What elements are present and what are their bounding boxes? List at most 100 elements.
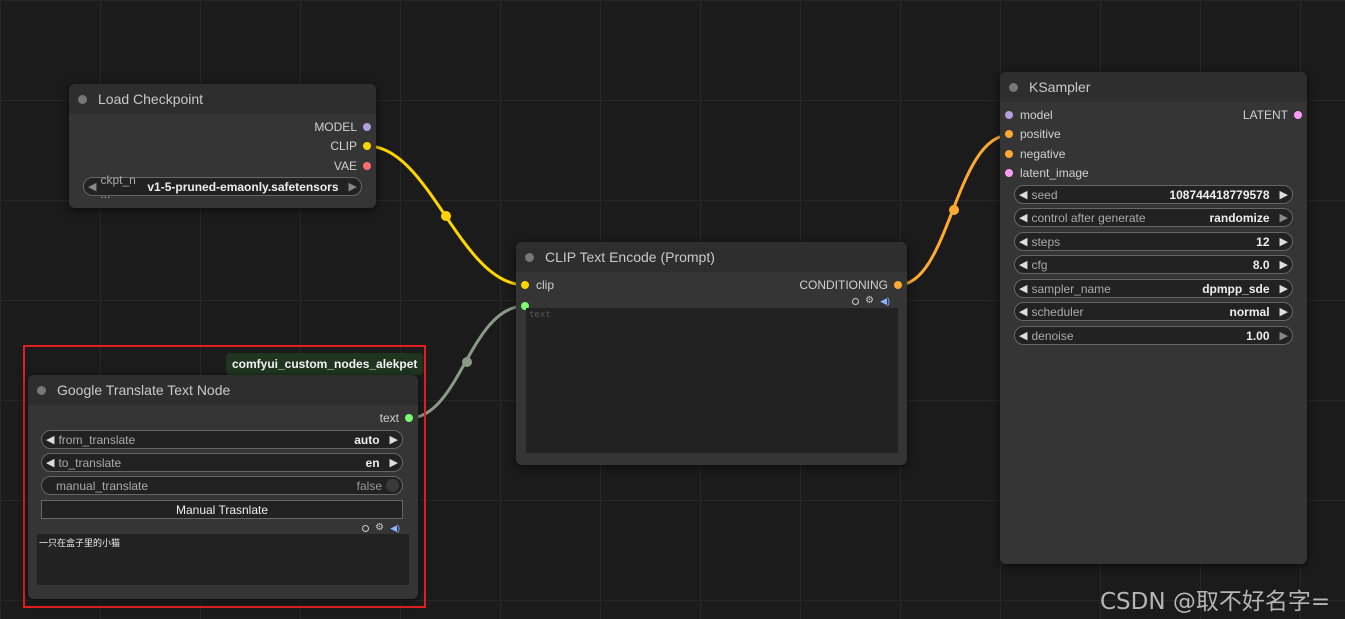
text-prompt-area[interactable]: text — [526, 308, 898, 453]
sampler-name-widget[interactable]: ◀ sampler_name dpmpp_sde ▶ — [1014, 279, 1293, 298]
input-slot-icon[interactable] — [1005, 150, 1013, 158]
output-clip[interactable]: CLIP — [330, 138, 371, 154]
clip-text-encode-node[interactable]: CLIP Text Encode (Prompt) clip CONDITION… — [516, 242, 907, 465]
output-slot-icon[interactable] — [405, 414, 413, 422]
output-slot-icon[interactable] — [363, 142, 371, 150]
from-translate-widget[interactable]: ◀ from_translate auto ▶ — [41, 430, 403, 449]
decrement-arrow-icon[interactable]: ◀ — [42, 456, 58, 469]
input-label: model — [1020, 108, 1053, 122]
source-text: 一只在盒子里的小猫 — [39, 539, 121, 549]
input-negative[interactable]: negative — [1005, 146, 1065, 162]
output-model[interactable]: MODEL — [314, 119, 371, 135]
manual-translate-toggle[interactable]: manual_translate false — [41, 476, 403, 495]
widget-value: 12 — [1256, 234, 1270, 249]
input-latent-image[interactable]: latent_image — [1005, 165, 1089, 181]
control-after-generate-widget[interactable]: ◀ control after generate randomize ▶ — [1014, 208, 1293, 227]
input-model[interactable]: model — [1005, 107, 1053, 123]
widget-label: denoise — [1031, 328, 1074, 343]
decrement-arrow-icon[interactable]: ◀ — [1015, 305, 1031, 318]
ksampler-node[interactable]: KSampler model LATENT positive negative … — [1000, 72, 1307, 564]
widget-label: ckpt_n ... — [100, 172, 136, 201]
source-text-area[interactable]: 一只在盒子里的小猫 — [37, 534, 409, 585]
output-vae[interactable]: VAE — [334, 158, 371, 174]
clip-wire-midpoint[interactable] — [441, 211, 451, 221]
increment-arrow-icon[interactable]: ▶ — [1276, 282, 1292, 295]
node-title-bar[interactable]: KSampler — [1000, 72, 1307, 102]
input-slot-icon[interactable] — [1005, 169, 1013, 177]
speaker-icon[interactable]: ◀) — [880, 296, 890, 306]
output-latent[interactable]: LATENT — [1243, 107, 1302, 123]
input-clip[interactable]: clip — [521, 277, 554, 293]
node-title-bar[interactable]: CLIP Text Encode (Prompt) — [516, 242, 907, 272]
output-label: VAE — [333, 159, 357, 173]
output-text[interactable]: text — [380, 410, 413, 426]
decrement-arrow-icon[interactable]: ◀ — [1015, 282, 1031, 295]
collapse-dot-icon[interactable] — [1009, 82, 1018, 92]
button-label: Manual Trasnlate — [175, 502, 269, 517]
google-translate-text-node[interactable]: Google Translate Text Node text ◀ from_t… — [28, 375, 418, 599]
input-slot-icon[interactable] — [1005, 130, 1013, 138]
node-title-bar[interactable]: Load Checkpoint — [69, 84, 376, 114]
load-checkpoint-node[interactable]: Load Checkpoint MODEL CLIP VAE ◀ ckpt_n … — [69, 84, 376, 208]
to-translate-widget[interactable]: ◀ to_translate en ▶ — [41, 453, 403, 472]
collapse-dot-icon[interactable] — [525, 252, 534, 262]
output-slot-icon[interactable] — [363, 162, 371, 170]
increment-arrow-icon[interactable]: ▶ — [1276, 305, 1292, 318]
gear-icon[interactable]: ⚙ — [865, 296, 874, 306]
watermark: CSDN @取不好名字= — [1100, 582, 1330, 616]
decrement-arrow-icon[interactable]: ◀ — [1015, 329, 1031, 342]
increment-arrow-icon[interactable]: ▶ — [1276, 235, 1292, 248]
conditioning-wire-midpoint[interactable] — [949, 205, 959, 215]
increment-arrow-icon[interactable]: ▶ — [1276, 188, 1292, 201]
output-slot-icon[interactable] — [1294, 111, 1302, 119]
denoise-widget[interactable]: ◀ denoise 1.00 ▶ — [1014, 326, 1293, 345]
increment-arrow-icon[interactable]: ▶ — [1276, 258, 1292, 271]
text-wire-midpoint[interactable] — [462, 357, 472, 367]
decrement-arrow-icon[interactable]: ◀ — [1015, 188, 1031, 201]
toggle-knob-icon[interactable] — [386, 479, 399, 492]
increment-arrow-icon[interactable]: ▶ — [1276, 211, 1292, 224]
collapse-dot-icon[interactable] — [37, 385, 46, 395]
decrement-arrow-icon[interactable]: ◀ — [1015, 211, 1031, 224]
widget-value: auto — [354, 432, 380, 447]
gear-icon[interactable]: ⚙ — [375, 523, 384, 533]
output-slot-icon[interactable] — [363, 123, 371, 131]
increment-arrow-icon[interactable]: ▶ — [386, 433, 402, 446]
widget-label: scheduler — [1031, 304, 1084, 319]
steps-widget[interactable]: ◀ steps 12 ▶ — [1014, 232, 1293, 251]
node-title-bar[interactable]: Google Translate Text Node — [28, 375, 418, 405]
increment-arrow-icon[interactable]: ▶ — [386, 456, 402, 469]
manual-translate-button[interactable]: Manual Trasnlate — [41, 500, 403, 519]
decrement-arrow-icon[interactable]: ◀ — [42, 433, 58, 446]
node-title: KSampler — [1029, 79, 1091, 95]
toggle-value: false — [356, 478, 382, 493]
speaker-icon[interactable]: ◀) — [390, 523, 400, 533]
seed-widget[interactable]: ◀ seed 108744418779578 ▶ — [1014, 185, 1293, 204]
circle-icon[interactable] — [362, 524, 370, 532]
cfg-widget[interactable]: ◀ cfg 8.0 ▶ — [1014, 255, 1293, 274]
input-slot-icon[interactable] — [521, 281, 529, 289]
decrement-arrow-icon[interactable]: ◀ — [84, 180, 100, 193]
widget-value: randomize — [1209, 210, 1270, 225]
watermark-text: CSDN @取不好名字= — [1100, 589, 1331, 615]
circle-icon[interactable] — [852, 297, 860, 305]
decrement-arrow-icon[interactable]: ◀ — [1015, 235, 1031, 248]
widget-label: steps — [1031, 234, 1061, 249]
node-title: CLIP Text Encode (Prompt) — [545, 249, 715, 265]
input-label: negative — [1020, 147, 1066, 161]
output-label: MODEL — [314, 120, 357, 134]
widget-toolbar: ⚙ ◀) — [362, 523, 400, 533]
increment-arrow-icon[interactable]: ▶ — [1276, 329, 1292, 342]
badge-label: comfyui_custom_nodes_alekpet — [232, 357, 418, 371]
widget-label: cfg — [1031, 257, 1048, 272]
input-label: latent_image — [1020, 166, 1089, 180]
input-positive[interactable]: positive — [1005, 126, 1061, 142]
ckpt-name-combo[interactable]: ◀ ckpt_n ... v1-5-pruned-emaonly.safeten… — [83, 173, 362, 201]
input-slot-icon[interactable] — [1005, 111, 1013, 119]
increment-arrow-icon[interactable]: ▶ — [345, 180, 361, 193]
output-conditioning[interactable]: CONDITIONING — [799, 277, 902, 293]
collapse-dot-icon[interactable] — [78, 94, 87, 104]
decrement-arrow-icon[interactable]: ◀ — [1015, 258, 1031, 271]
output-slot-icon[interactable] — [894, 281, 902, 289]
scheduler-widget[interactable]: ◀ scheduler normal ▶ — [1014, 302, 1293, 321]
